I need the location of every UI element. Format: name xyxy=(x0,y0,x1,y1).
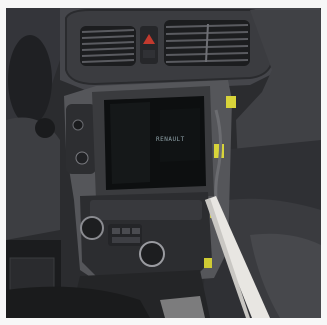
photo-frame: RENAULT xyxy=(0,0,327,325)
hazard-lower-button xyxy=(143,50,155,58)
climate-display-strip xyxy=(90,200,202,220)
left-climate-knob-icon xyxy=(80,216,104,240)
dashboard-photo xyxy=(0,0,327,325)
screen-inner-glare xyxy=(160,108,200,162)
usb-port-icon xyxy=(72,119,84,131)
climate-button-row xyxy=(112,237,140,243)
left-air-vent xyxy=(80,26,136,66)
climate-button-3 xyxy=(132,228,140,234)
climate-button-1 xyxy=(112,228,120,234)
right-climate-knob-icon xyxy=(139,241,165,267)
screen-brand-text: RENAULT xyxy=(156,136,185,143)
ignition-area xyxy=(35,118,55,138)
right-air-vent xyxy=(164,20,250,66)
trim-clip-4 xyxy=(204,258,212,268)
trim-clip-1 xyxy=(226,96,236,108)
climate-button-2 xyxy=(122,228,130,234)
hazard-switch-panel xyxy=(140,26,158,64)
steering-wheel-shadow xyxy=(8,35,52,125)
volume-knob-icon xyxy=(75,151,89,165)
screen-reflection xyxy=(110,102,150,184)
steering-column xyxy=(6,117,60,240)
